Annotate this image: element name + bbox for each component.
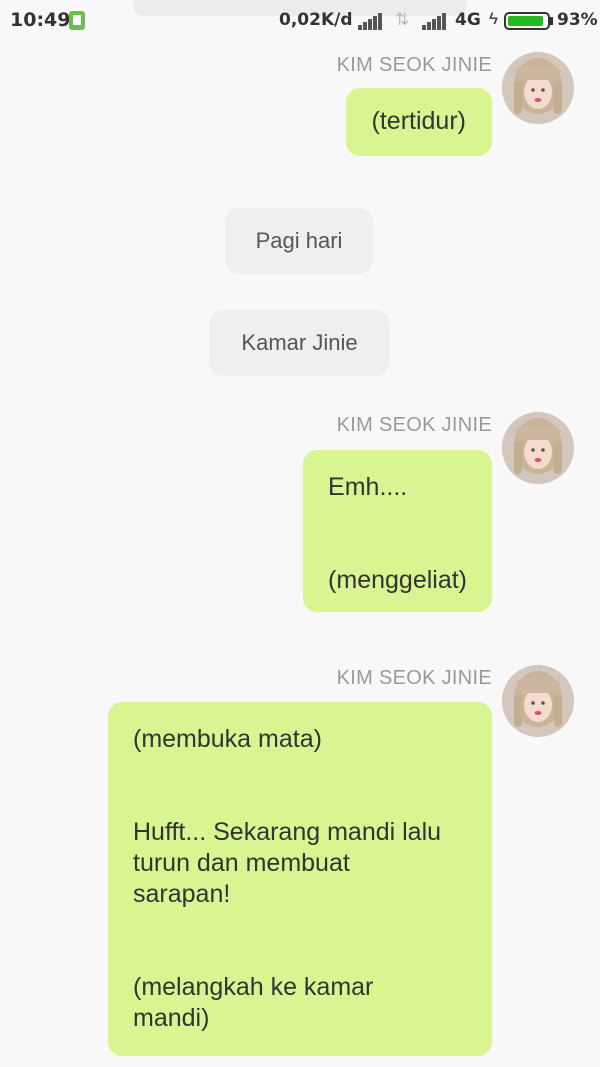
- message-bubble[interactable]: (tertidur): [345, 88, 492, 156]
- message-line-blank: [328, 534, 467, 565]
- avatar[interactable]: [502, 665, 574, 737]
- narration-bubble: Pagi hari: [225, 208, 373, 274]
- message-bubble[interactable]: Emh.... (menggeliat): [303, 450, 492, 612]
- message-line-blank: [133, 910, 467, 941]
- message-line: Emh....: [328, 473, 408, 501]
- message-line-blank: [133, 941, 467, 972]
- message-line: (membuka mata): [133, 725, 322, 753]
- battery-level: [508, 16, 543, 26]
- signal-strength-icon: [422, 12, 448, 30]
- network-speed: 0,02K/d: [279, 10, 353, 30]
- message-line-blank: [133, 786, 467, 817]
- sim-card-icon: [69, 11, 85, 30]
- signal-strength-icon: [358, 12, 384, 30]
- message-line-blank: [328, 503, 467, 534]
- avatar[interactable]: [502, 52, 574, 124]
- sender-name: KIM SEOK JINIE: [336, 414, 492, 436]
- status-bar: 10:49 0,02K/d ⇅ 4G ϟ 93%: [0, 0, 600, 40]
- narration-bubble: Kamar Jinie: [209, 310, 390, 376]
- message-bubble[interactable]: (membuka mata) Hufft... Sekarang mandi l…: [108, 702, 492, 1056]
- message-line: sarapan!: [133, 880, 231, 908]
- status-time: 10:49: [10, 9, 71, 31]
- battery-icon: [504, 12, 550, 30]
- battery-cap: [550, 17, 553, 25]
- message-line: (melangkah ke kamar: [133, 973, 374, 1001]
- avatar[interactable]: [502, 412, 574, 484]
- battery-percent: 93%: [557, 10, 598, 30]
- sender-name: KIM SEOK JINIE: [336, 54, 492, 76]
- message-line: mandi): [133, 1004, 210, 1032]
- message-line: Hufft... Sekarang mandi lalu: [133, 818, 442, 846]
- data-transfer-icon: ⇅: [395, 10, 410, 29]
- sender-name: KIM SEOK JINIE: [336, 667, 492, 689]
- message-line: turun dan membuat: [133, 849, 350, 877]
- charging-icon: ϟ: [489, 9, 498, 28]
- network-type: 4G: [455, 10, 481, 30]
- message-line: (tertidur): [371, 107, 466, 135]
- message-line: (menggeliat): [328, 566, 467, 594]
- message-line-blank: [133, 755, 467, 786]
